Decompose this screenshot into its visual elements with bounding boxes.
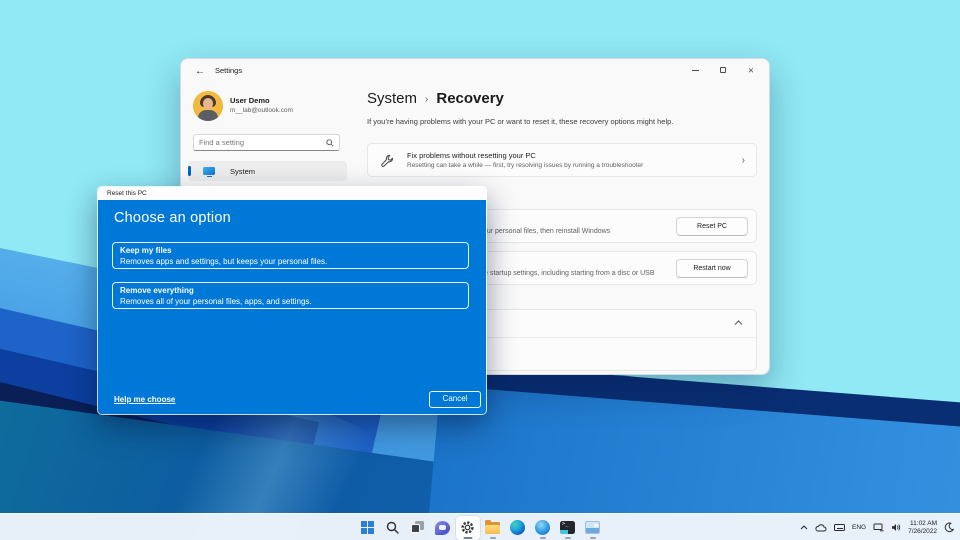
close-icon: ✕ bbox=[748, 66, 754, 75]
windows-logo-icon bbox=[361, 521, 374, 534]
settings-taskbar-button[interactable] bbox=[456, 516, 480, 540]
edge-button[interactable] bbox=[506, 516, 530, 540]
avatar[interactable] bbox=[193, 91, 223, 121]
system-tray: ENG 11:02 AM 7/26/2022 bbox=[800, 514, 954, 540]
breadcrumb: System › Recovery bbox=[367, 90, 504, 107]
page-subtitle: If you’re having problems with your PC o… bbox=[367, 117, 752, 126]
avatar-face bbox=[203, 98, 213, 109]
maximize-button[interactable] bbox=[709, 59, 737, 81]
running-indicator bbox=[540, 537, 546, 539]
window-title: Settings bbox=[215, 66, 242, 75]
network-icon[interactable] bbox=[873, 523, 884, 532]
clock[interactable]: 11:02 AM 7/26/2022 bbox=[908, 520, 937, 536]
settings-titlebar: ← Settings ✕ bbox=[181, 59, 769, 85]
language-indicator[interactable]: ENG bbox=[852, 524, 866, 531]
option-keep-my-files[interactable]: Keep my files Removes apps and settings,… bbox=[112, 242, 469, 269]
media-app-button[interactable] bbox=[581, 516, 605, 540]
option-description: Removes all of your personal files, apps… bbox=[120, 297, 468, 308]
onedrive-cloud-icon[interactable] bbox=[815, 524, 827, 532]
file-explorer-button[interactable] bbox=[481, 516, 505, 540]
reset-this-pc-dialog: Reset this PC Choose an option Keep my f… bbox=[97, 186, 487, 415]
page-title: Recovery bbox=[436, 90, 504, 107]
running-indicator bbox=[565, 537, 571, 539]
running-indicator bbox=[490, 537, 496, 539]
dialog-title: Reset this PC bbox=[107, 190, 147, 197]
fix-card-title: Fix problems without resetting your PC bbox=[407, 151, 536, 160]
avatar-body bbox=[198, 110, 218, 121]
reset-pc-button[interactable]: Reset PC bbox=[676, 217, 748, 236]
running-indicator bbox=[590, 537, 596, 539]
terminal-button[interactable] bbox=[556, 516, 580, 540]
chevron-up-icon[interactable] bbox=[800, 525, 808, 530]
option-description: Removes apps and settings, but keeps you… bbox=[120, 257, 468, 268]
start-button[interactable] bbox=[356, 516, 380, 540]
settings-search-box bbox=[193, 134, 340, 151]
folder-icon bbox=[485, 522, 500, 534]
breadcrumb-separator-icon: › bbox=[425, 92, 428, 105]
help-me-choose-link[interactable]: Help me choose bbox=[114, 395, 175, 404]
dialog-heading: Choose an option bbox=[114, 210, 231, 226]
do-not-disturb-moon-icon[interactable] bbox=[944, 522, 954, 533]
terminal-icon bbox=[560, 521, 575, 534]
maximize-icon bbox=[720, 67, 726, 73]
option-remove-everything[interactable]: Remove everything Removes all of your pe… bbox=[112, 282, 469, 309]
task-view-button[interactable] bbox=[406, 516, 430, 540]
restart-now-button[interactable]: Restart now bbox=[676, 259, 748, 278]
volume-icon[interactable] bbox=[891, 523, 901, 532]
window-controls: ✕ bbox=[681, 59, 765, 81]
clock-time: 11:02 AM bbox=[908, 520, 937, 528]
option-title: Remove everything bbox=[120, 286, 468, 297]
gear-icon bbox=[460, 520, 475, 535]
breadcrumb-parent[interactable]: System bbox=[367, 90, 417, 107]
edge-browser-icon bbox=[510, 520, 525, 535]
back-arrow-icon: ← bbox=[195, 66, 205, 77]
clock-date: 7/26/2022 bbox=[908, 528, 937, 536]
taskbar-icons bbox=[355, 514, 605, 540]
user-email: m__lab@outlook.com bbox=[230, 107, 293, 114]
close-button[interactable]: ✕ bbox=[737, 59, 765, 81]
browser-button[interactable] bbox=[531, 516, 555, 540]
fix-problems-card[interactable]: Fix problems without resetting your PC R… bbox=[367, 143, 757, 177]
minimize-icon bbox=[692, 70, 699, 71]
dialog-body: Choose an option Keep my files Removes a… bbox=[98, 200, 486, 415]
sidebar-item-label: System bbox=[230, 167, 255, 176]
chevron-right-icon: › bbox=[742, 155, 745, 166]
wrench-icon bbox=[380, 154, 393, 167]
search-icon bbox=[386, 521, 399, 534]
touch-keyboard-icon[interactable] bbox=[834, 524, 845, 531]
chat-button[interactable] bbox=[431, 516, 455, 540]
taskbar: ENG 11:02 AM 7/26/2022 bbox=[0, 513, 960, 540]
running-indicator bbox=[463, 537, 472, 539]
user-name: User Demo bbox=[230, 96, 270, 105]
browser-icon bbox=[535, 520, 550, 535]
back-button[interactable]: ← bbox=[191, 64, 209, 80]
search-icon bbox=[326, 139, 334, 147]
desktop: ← Settings ✕ User Demo m__lab@outlook.co… bbox=[0, 0, 960, 540]
media-app-icon bbox=[585, 521, 600, 534]
minimize-button[interactable] bbox=[681, 59, 709, 81]
task-view-icon bbox=[411, 521, 425, 534]
search-input[interactable] bbox=[199, 136, 324, 149]
fix-card-description: Resetting can take a while — first, try … bbox=[407, 162, 643, 169]
option-title: Keep my files bbox=[120, 246, 468, 257]
taskbar-search-button[interactable] bbox=[381, 516, 405, 540]
active-accent-bar bbox=[188, 166, 191, 176]
chevron-up-icon bbox=[734, 320, 743, 326]
sidebar-item-system[interactable]: System bbox=[188, 161, 347, 181]
chat-bubble-icon bbox=[435, 521, 450, 535]
dialog-titlebar: Reset this PC bbox=[98, 187, 486, 200]
system-monitor-icon bbox=[203, 167, 215, 175]
cancel-button[interactable]: Cancel bbox=[429, 391, 481, 408]
